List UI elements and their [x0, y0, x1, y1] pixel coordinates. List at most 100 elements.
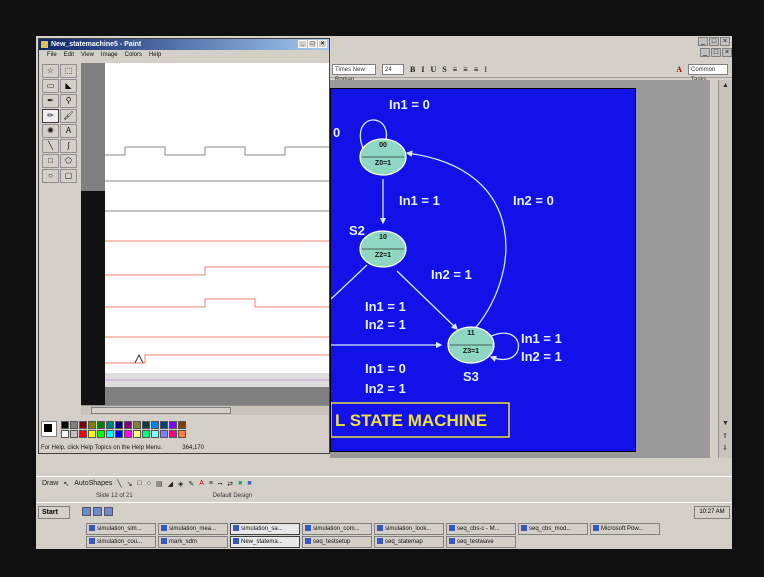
- arrow-tool-icon[interactable]: ↘: [127, 480, 133, 488]
- vertical-scrollbar[interactable]: ▲ ▼ ⇑ ⇓: [718, 80, 732, 458]
- browser-icon[interactable]: [93, 507, 102, 516]
- textbox-icon[interactable]: ▤: [156, 480, 163, 488]
- arrow-style-icon[interactable]: ⇄: [227, 480, 233, 488]
- scroll-up-icon[interactable]: ▲: [722, 82, 730, 90]
- select-arrow-icon[interactable]: ↖: [63, 480, 69, 488]
- color-swatch[interactable]: [142, 421, 150, 429]
- shadow-icon[interactable]: ■: [238, 480, 242, 487]
- menu-edit[interactable]: Edit: [64, 50, 74, 61]
- maximize-icon[interactable]: □: [709, 37, 719, 46]
- paint-maximize-icon[interactable]: □: [308, 40, 317, 48]
- rounded-rect-icon[interactable]: ▢: [60, 169, 77, 183]
- airbrush-icon[interactable]: ✺: [42, 124, 59, 138]
- color-swatch[interactable]: [115, 421, 123, 429]
- pencil-icon[interactable]: ✏: [42, 109, 59, 123]
- color-swatch[interactable]: [79, 421, 87, 429]
- 3d-icon[interactable]: ■: [247, 480, 251, 487]
- taskbar-button[interactable]: simulation_cou...: [86, 536, 156, 548]
- menu-image[interactable]: Image: [101, 50, 118, 61]
- scroll-thumb[interactable]: [91, 407, 231, 414]
- taskbar-button[interactable]: simulation_look...: [374, 523, 444, 535]
- color-swatch[interactable]: [124, 430, 132, 438]
- fill-icon[interactable]: ◣: [60, 79, 77, 93]
- paint-close-icon[interactable]: ×: [318, 40, 327, 48]
- system-clock[interactable]: 10:27 AM: [694, 506, 730, 519]
- autoshapes-menu[interactable]: AutoShapes: [74, 480, 112, 487]
- color-swatch[interactable]: [88, 430, 96, 438]
- color-swatch[interactable]: [70, 430, 78, 438]
- minimize-icon[interactable]: _: [698, 37, 708, 46]
- start-button[interactable]: Start: [38, 506, 70, 519]
- color-swatch[interactable]: [169, 430, 177, 438]
- taskbar-button[interactable]: simulation_sa...: [230, 523, 300, 535]
- bold-button[interactable]: B: [410, 65, 415, 74]
- dash-style-icon[interactable]: ┅: [218, 480, 222, 488]
- taskbar-button[interactable]: seq_cbs_mod...: [518, 523, 588, 535]
- align-left-icon[interactable]: ≡: [453, 65, 458, 74]
- color-swatch[interactable]: [88, 421, 96, 429]
- color-swatches[interactable]: [61, 421, 186, 438]
- wordart-icon[interactable]: ◢: [168, 480, 173, 488]
- taskbar-button[interactable]: simulation_sim...: [86, 523, 156, 535]
- text-color-icon[interactable]: A: [199, 480, 204, 487]
- color-swatch[interactable]: [61, 430, 69, 438]
- paint-horizontal-scrollbar[interactable]: [81, 405, 329, 415]
- text-tool-icon[interactable]: A: [60, 124, 77, 138]
- waveform-image[interactable]: [105, 63, 329, 373]
- curve-icon[interactable]: ∫: [60, 139, 77, 153]
- rectangle-icon[interactable]: □: [42, 154, 59, 168]
- paint-canvas-area[interactable]: [81, 63, 329, 405]
- paint-minimize-icon[interactable]: _: [298, 40, 307, 48]
- color-swatch[interactable]: [133, 430, 141, 438]
- scroll-down-icon[interactable]: ▼: [722, 420, 730, 428]
- line-color-icon[interactable]: ✎: [188, 480, 194, 488]
- taskbar-button[interactable]: seq_statemap: [374, 536, 444, 548]
- color-swatch[interactable]: [97, 430, 105, 438]
- taskbar-button[interactable]: simulation_mea...: [158, 523, 228, 535]
- align-center-icon[interactable]: ≡: [463, 65, 468, 74]
- taskbar-button[interactable]: simulation_com...: [302, 523, 372, 535]
- common-tasks-button[interactable]: Common Tasks: [688, 64, 728, 83]
- explorer-icon[interactable]: [104, 507, 113, 516]
- taskbar-button[interactable]: seq_cbs-c - M...: [446, 523, 516, 535]
- picker-icon[interactable]: ✒: [42, 94, 59, 108]
- color-swatch[interactable]: [106, 421, 114, 429]
- color-swatch[interactable]: [178, 430, 186, 438]
- bullets-icon[interactable]: ⁝: [484, 65, 487, 74]
- line-tool-icon[interactable]: ╲: [117, 480, 121, 488]
- line-style-icon[interactable]: ≡: [209, 480, 213, 487]
- current-colors[interactable]: [41, 421, 57, 437]
- select-icon[interactable]: ⬚: [60, 64, 77, 78]
- color-swatch[interactable]: [169, 421, 177, 429]
- underline-button[interactable]: U: [430, 65, 436, 74]
- color-swatch[interactable]: [142, 430, 150, 438]
- taskbar-button[interactable]: mark_sdm: [158, 536, 228, 548]
- font-name-field[interactable]: Times New Roman: [332, 64, 376, 83]
- free-select-icon[interactable]: ☆: [42, 64, 59, 78]
- brush-icon[interactable]: 🖌: [60, 109, 77, 123]
- taskbar-button[interactable]: seq_testwave: [446, 536, 516, 548]
- font-size-field[interactable]: 24: [382, 64, 404, 75]
- taskbar-button[interactable]: seq_testsetup: [302, 536, 372, 548]
- color-swatch[interactable]: [151, 421, 159, 429]
- color-swatch[interactable]: [70, 421, 78, 429]
- menu-colors[interactable]: Colors: [125, 50, 142, 61]
- polygon-icon[interactable]: ⬠: [60, 154, 77, 168]
- next-slide-icon[interactable]: ⇓: [722, 444, 730, 452]
- paint-titlebar[interactable]: New_statemachine5 - Paint _ □ ×: [39, 39, 329, 50]
- color-swatch[interactable]: [97, 421, 105, 429]
- color-swatch[interactable]: [133, 421, 141, 429]
- menu-file[interactable]: File: [47, 50, 57, 61]
- taskbar-button[interactable]: New_statema...: [230, 536, 300, 548]
- color-swatch[interactable]: [106, 430, 114, 438]
- color-swatch[interactable]: [151, 430, 159, 438]
- color-swatch[interactable]: [124, 421, 132, 429]
- color-swatch[interactable]: [79, 430, 87, 438]
- ellipse-icon[interactable]: ○: [42, 169, 59, 183]
- fill-color-icon[interactable]: ◈: [178, 480, 183, 488]
- doc-minimize-icon[interactable]: _: [700, 48, 710, 57]
- color-swatch[interactable]: [61, 421, 69, 429]
- line-icon[interactable]: ╲: [42, 139, 59, 153]
- desktop-icon[interactable]: [82, 507, 91, 516]
- shadow-button[interactable]: S: [442, 65, 446, 74]
